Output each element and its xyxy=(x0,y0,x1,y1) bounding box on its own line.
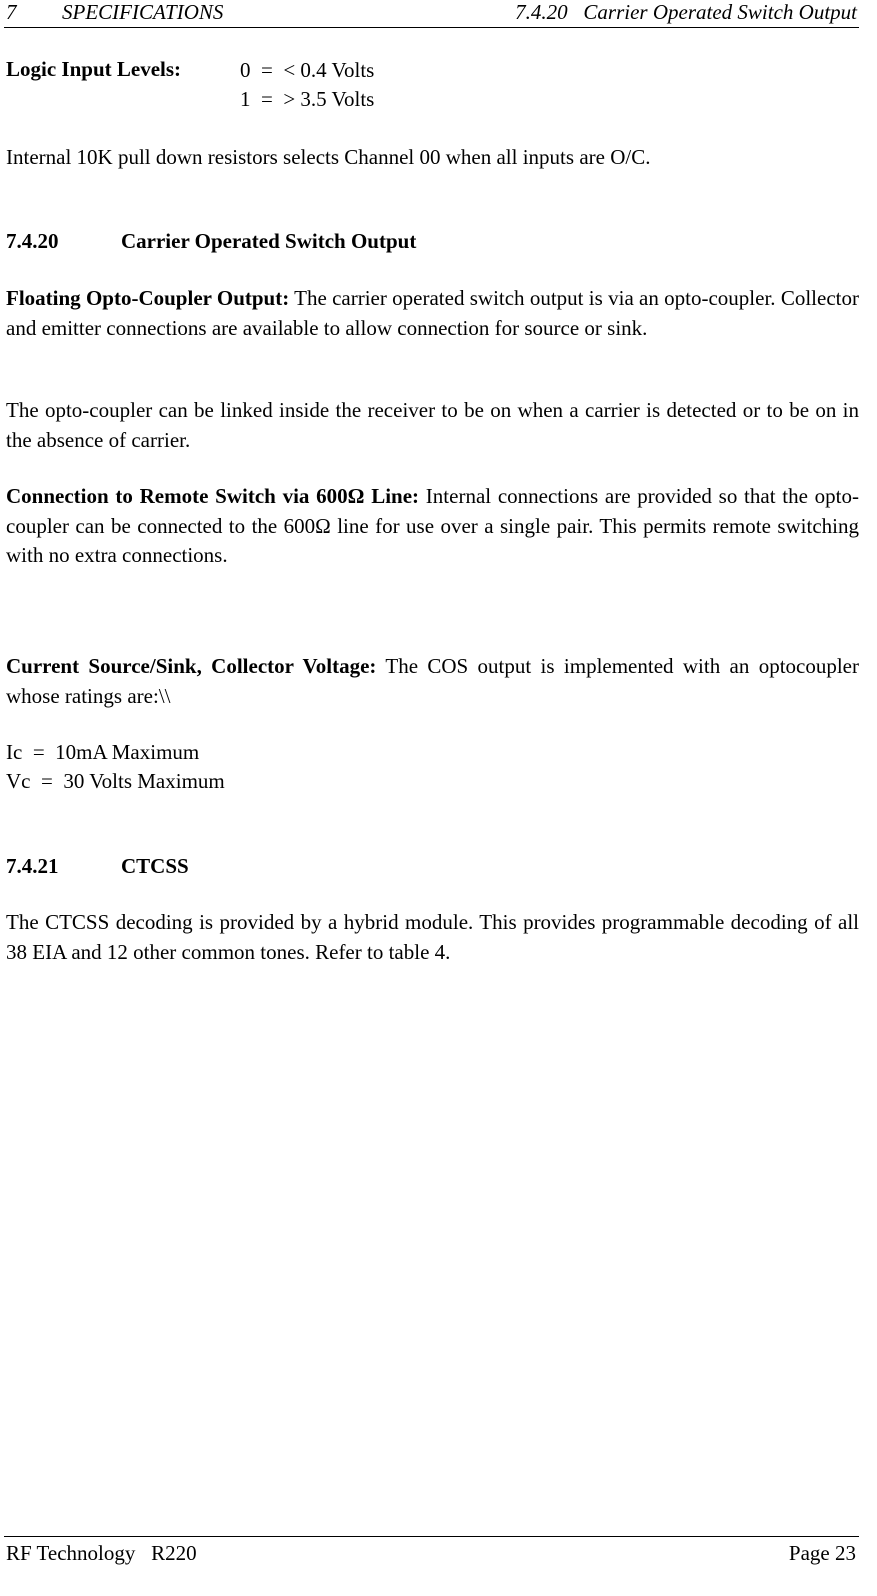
logic-levels-label: Logic Input Levels: xyxy=(6,57,182,81)
page-header: 7 SPECIFICATIONS 7.4.20 Carrier Operated… xyxy=(4,0,859,28)
rating-vc: Vc = 30 Volts Maximum xyxy=(6,769,225,793)
section-7421-number: 7.4.21 xyxy=(6,854,59,878)
ctcss-paragraph: The CTCSS decoding is provided by a hybr… xyxy=(6,910,859,964)
section-7421-title: CTCSS xyxy=(121,854,189,878)
section-reference: 7.4.20 Carrier Operated Switch Output xyxy=(515,0,857,24)
floating-output-paragraph: Floating Opto-Coupler Output: The carrie… xyxy=(6,284,859,343)
logic-level-1: 1 = > 3.5 Volts xyxy=(240,87,375,111)
current-source-paragraph: Current Source/Sink, Collector Voltage: … xyxy=(6,652,859,711)
current-source-label: Current Source/Sink, Collector Voltage: xyxy=(6,654,377,678)
remote-switch-label: Connection to Remote Switch via 600Ω Lin… xyxy=(6,484,420,508)
logic-level-0: 0 = < 0.4 Volts xyxy=(240,58,375,82)
section-7420-title: Carrier Operated Switch Output xyxy=(121,229,417,253)
page-number: Page 23 xyxy=(788,1541,856,1565)
chapter-number: 7 xyxy=(6,0,17,24)
floating-output-label: Floating Opto-Coupler Output: xyxy=(6,286,290,310)
pulldown-text: Internal 10K pull down resistors selects… xyxy=(6,145,651,169)
section-7420-number: 7.4.20 xyxy=(6,229,59,253)
footer-product: RF Technology R220 xyxy=(6,1541,197,1565)
remote-switch-paragraph: Connection to Remote Switch via 600Ω Lin… xyxy=(6,482,859,571)
chapter-title: SPECIFICATIONS xyxy=(62,0,224,24)
linked-paragraph: The opto-coupler can be linked inside th… xyxy=(6,398,859,452)
rating-ic: Ic = 10mA Maximum xyxy=(6,740,200,764)
footer-divider xyxy=(4,1536,859,1537)
